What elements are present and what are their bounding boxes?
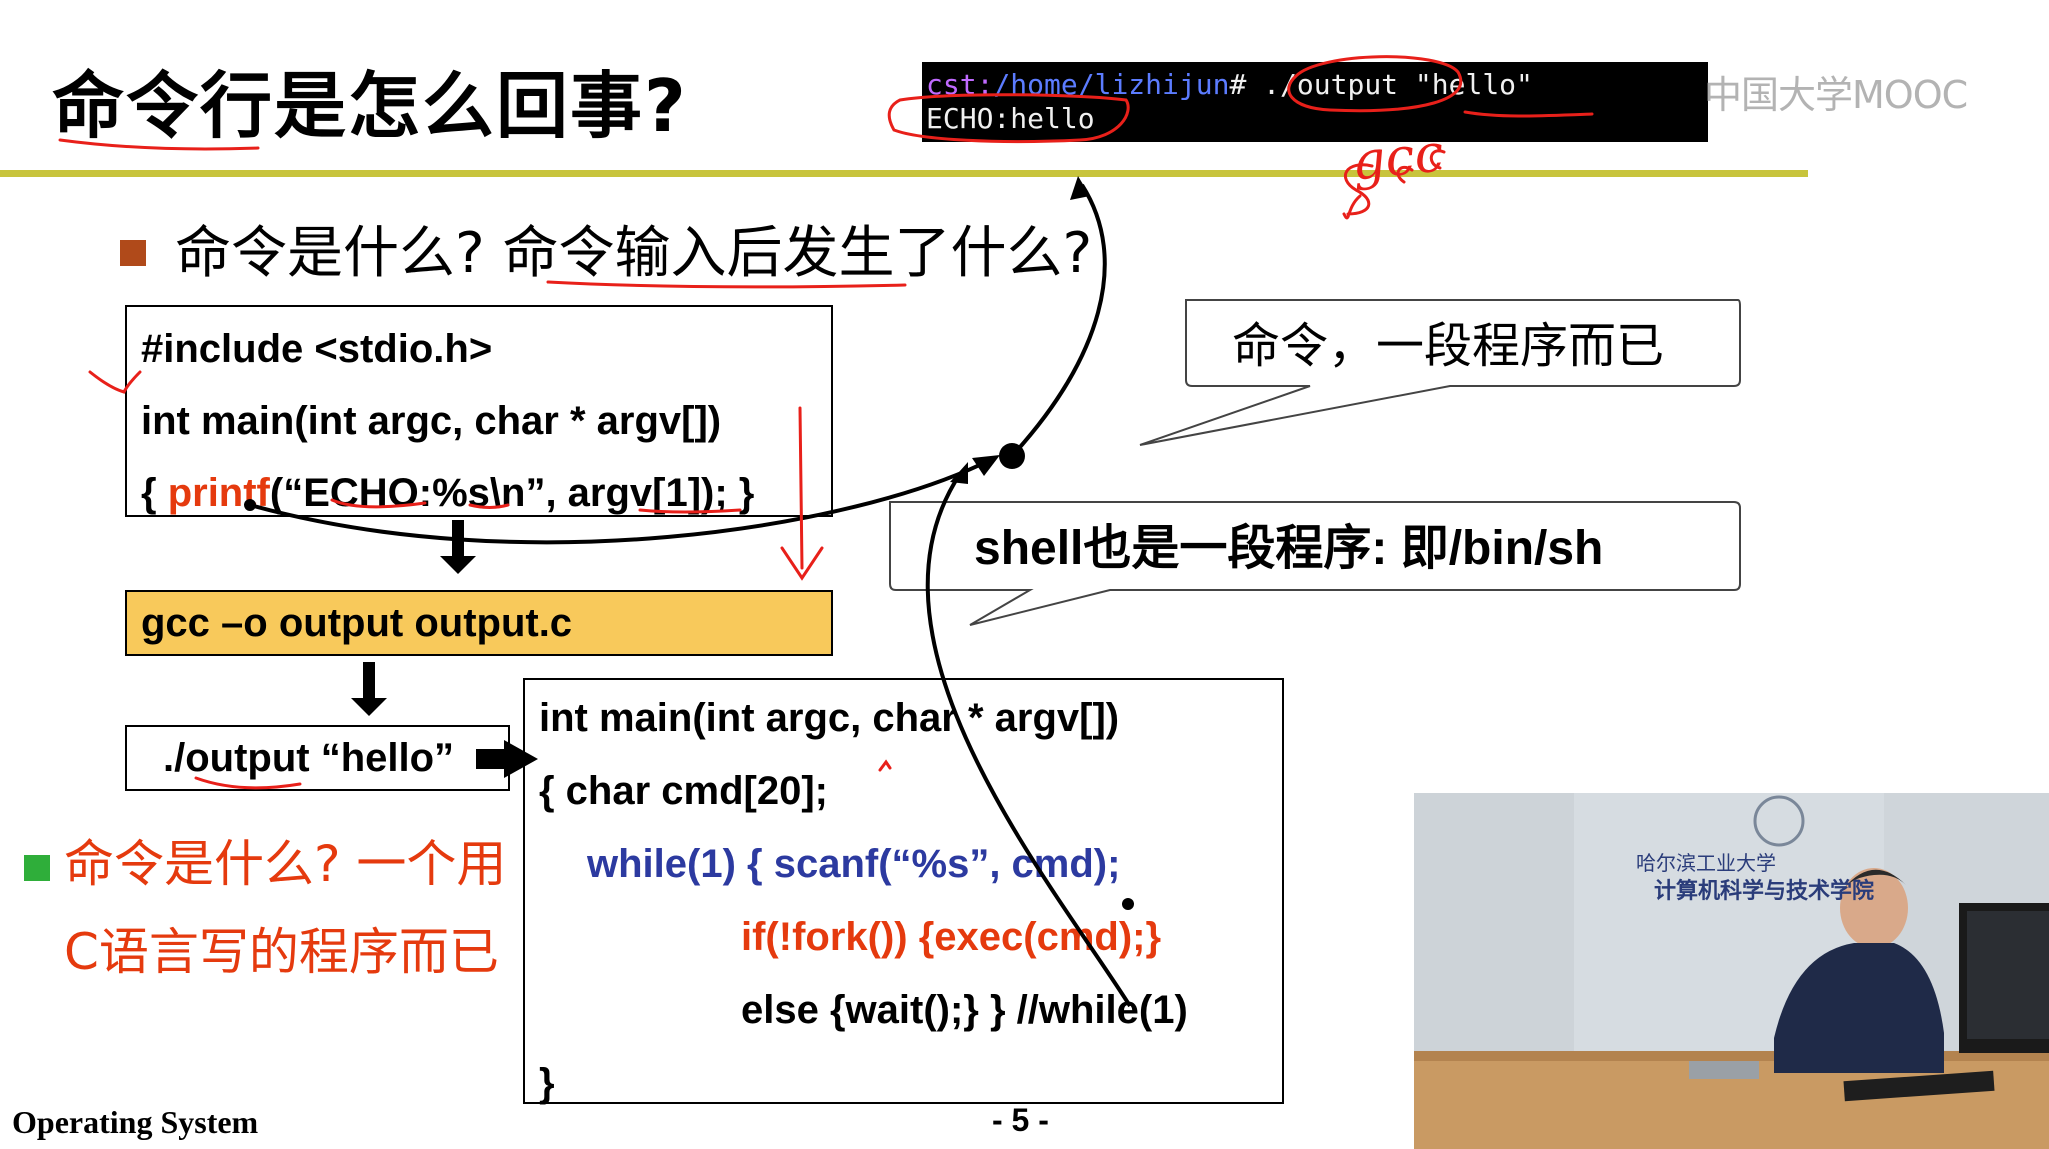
- mooc-logo: 中国大学MOOC: [1704, 73, 1968, 117]
- callout-text-shell: shell也是一段程序: 即/bin/sh: [974, 522, 1604, 575]
- answer-line-1: 命令是什么? 一个用: [64, 835, 507, 893]
- junction-dot: [999, 443, 1025, 469]
- terminal-command-line: cst:/home/lizhijun# ./output "hello": [926, 68, 1708, 102]
- code-prefix: {: [141, 471, 168, 515]
- code-line: int main(int argc, char * argv[]): [141, 399, 722, 443]
- code-line: #include <stdio.h>: [141, 327, 493, 371]
- code-printf: printf: [167, 471, 270, 515]
- gcc-command-box: gcc –o output output.c: [125, 590, 833, 656]
- footer-course-name: Operating System: [12, 1104, 259, 1140]
- page-number: - 5 -: [992, 1102, 1049, 1138]
- code-line: }: [539, 1061, 555, 1105]
- terminal-output: ECHO:hello: [926, 102, 1095, 135]
- down-arrow-icon: [351, 662, 387, 716]
- callout-text-command: 命令，一段程序而已: [1232, 318, 1665, 374]
- terminal-prompt-path: /home/lizhijun: [993, 68, 1230, 101]
- terminal-command: ./output: [1246, 68, 1415, 101]
- arrowhead-icon: [1070, 176, 1090, 200]
- code-line: if(!fork()) {exec(cmd);}: [741, 915, 1162, 959]
- handwritten-gcc: gcc: [1349, 123, 1447, 193]
- arrowhead-icon: [972, 455, 1000, 476]
- code-line: { printf(“ECHO:%s\n”, argv[1]); }: [141, 461, 831, 533]
- video-banner-top: 哈尔滨工业大学: [1636, 851, 1776, 875]
- terminal-prompt-symbol: #: [1229, 68, 1247, 101]
- echo-source-code: #include <stdio.h> int main(int argc, ch…: [125, 305, 833, 517]
- code-printf-args: (“ECHO:%s\n”, argv[1]); }: [269, 471, 755, 515]
- bullet-square-icon: [24, 855, 50, 881]
- bullet-square-icon: [120, 240, 146, 266]
- terminal-prompt-user: cst:: [926, 68, 994, 101]
- instructor-video-inset: 哈尔滨工业大学 计算机科学与技术学院: [1414, 793, 2049, 1149]
- run-command-box: ./output “hello”: [125, 725, 510, 791]
- code-line: else {wait();} } //while(1): [741, 988, 1188, 1032]
- bullet-question: 命令是什么? 命令输入后发生了什么?: [175, 221, 1093, 286]
- code-line: int main(int argc, char * argv[]): [539, 696, 1120, 740]
- arrowhead-icon: [950, 462, 968, 484]
- video-banner-text: 计算机科学与技术学院: [1654, 879, 1875, 904]
- terminal-argument: "hello": [1414, 68, 1533, 101]
- terminal-screenshot: cst:/home/lizhijun# ./output "hello" ECH…: [922, 62, 1708, 142]
- answer-line-2: C语言写的程序而已: [64, 923, 499, 981]
- code-line: while(1) { scanf(“%s”, cmd);: [587, 842, 1121, 886]
- slide-title: 命令行是怎么回事?: [52, 64, 688, 148]
- code-line: { char cmd[20];: [539, 769, 828, 813]
- shell-source-code: int main(int argc, char * argv[]) { char…: [523, 678, 1284, 1105]
- title-rule: [0, 170, 1808, 177]
